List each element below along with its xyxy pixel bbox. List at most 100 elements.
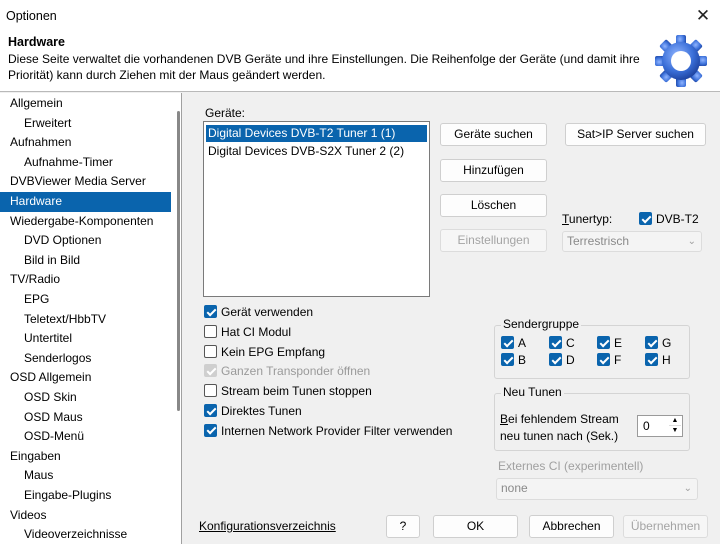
option-label: Gerät verwenden	[221, 305, 314, 319]
sidebar-scrollbar[interactable]	[177, 111, 180, 411]
sidebar-item[interactable]: DVD Optionen	[0, 231, 171, 251]
sendergruppe-group: Sendergruppe A C E G B D F H	[494, 317, 690, 379]
sendergruppe-title: Sendergruppe	[501, 317, 582, 331]
checkbox-box	[549, 336, 562, 349]
apply-button[interactable]: Übernehmen	[623, 515, 708, 538]
option-label: Ganzen Transponder öffnen	[221, 364, 371, 379]
sendergruppe-checkbox[interactable]: A	[501, 334, 541, 352]
sidebar-item[interactable]: OSD-Menü	[0, 427, 171, 447]
checkbox-box	[204, 423, 217, 437]
add-button[interactable]: Hinzufügen	[440, 159, 547, 182]
checkbox-box	[204, 404, 217, 417]
external-ci-select[interactable]: none ⌄	[496, 478, 698, 500]
sendergruppe-label: C	[566, 336, 575, 350]
sidebar-item[interactable]: Allgemein	[0, 94, 171, 114]
sidebar-item[interactable]: Wiedergabe-Komponenten	[0, 212, 171, 232]
help-button[interactable]: ?	[386, 515, 420, 538]
devices-list[interactable]: Digital Devices DVB-T2 Tuner 1 (1) Digit…	[203, 121, 430, 297]
option-label: Hat CI Modul	[221, 324, 292, 339]
option-checkbox[interactable]: Internen Network Provider Filter verwend…	[204, 422, 484, 440]
option-checkbox[interactable]: Direktes Tunen	[204, 402, 484, 420]
sidebar: Allgemein Erweitert Aufnahmen Aufnahme-Time…	[0, 93, 182, 544]
sidebar-item[interactable]: Aufnahmen	[0, 133, 171, 153]
sidebar-item[interactable]: Teletext/HbbTV	[0, 310, 171, 330]
sidebar-item[interactable]: OSD Skin	[0, 388, 171, 408]
page-header: Hardware Diese Seite verwaltet die vorha…	[0, 32, 720, 92]
sendergruppe-checkbox[interactable]: E	[597, 334, 637, 352]
settings-button[interactable]: Einstellungen	[440, 229, 547, 252]
checkbox-box	[204, 324, 217, 338]
checkbox-box	[549, 353, 562, 366]
sidebar-item[interactable]: Aufnahme-Timer	[0, 153, 171, 173]
delete-button[interactable]: Löschen	[440, 194, 547, 217]
checkbox-box	[204, 305, 217, 318]
ok-button[interactable]: OK	[433, 515, 518, 538]
sidebar-item[interactable]: EPG	[0, 290, 171, 310]
sendergruppe-label: A	[518, 336, 527, 350]
option-checkbox[interactable]: Kein EPG Empfang	[204, 343, 484, 361]
sidebar-item[interactable]: Bild in Bild	[0, 251, 171, 271]
tuner-type-label: Tunertyp:	[562, 212, 613, 226]
sidebar-item[interactable]: Eingaben	[0, 447, 171, 467]
sendergruppe-checkbox[interactable]: H	[645, 351, 685, 369]
sidebar-item[interactable]: Maus	[0, 466, 171, 486]
sendergruppe-label: F	[614, 353, 622, 367]
option-checkbox[interactable]: Hat CI Modul	[204, 323, 484, 341]
gear-icon	[655, 35, 707, 87]
option-checkbox[interactable]: Stream beim Tunen stoppen	[204, 382, 484, 400]
checkbox-box	[501, 353, 514, 366]
sendergruppe-label: H	[662, 353, 671, 367]
checkbox-box	[597, 336, 610, 349]
option-label: Direktes Tunen	[221, 404, 302, 418]
sidebar-item[interactable]: Hardware	[0, 192, 171, 212]
checkbox-box	[597, 353, 610, 366]
dvb-t2-checkbox[interactable]: DVB-T2	[639, 210, 709, 228]
sidebar-item[interactable]: Videoverzeichnisse	[0, 525, 171, 544]
sidebar-item[interactable]: OSD Maus	[0, 408, 171, 428]
checkbox-box	[204, 364, 217, 378]
neu-tunen-spinner[interactable]: 0 ▲ ▼	[637, 415, 683, 437]
option-label: Internen Network Provider Filter verwend…	[221, 423, 453, 438]
sendergruppe-checkbox[interactable]: C	[549, 334, 589, 352]
sendergruppe-label: B	[518, 353, 527, 367]
satip-search-button[interactable]: Sat>IP Server suchen	[565, 123, 706, 146]
tuner-type-select[interactable]: Terrestrisch ⌄	[562, 231, 702, 252]
sendergruppe-checkbox[interactable]: F	[597, 351, 637, 369]
spin-down-icon[interactable]: ▼	[669, 426, 681, 436]
device-item[interactable]: Digital Devices DVB-S2X Tuner 2 (2)	[206, 143, 427, 160]
sendergruppe-label: E	[614, 336, 623, 350]
external-ci-label: Externes CI (experimentell)	[498, 459, 644, 473]
neu-tunen-group: Neu Tunen Bei fehlendem Stream neu tunen…	[494, 385, 690, 451]
cancel-button[interactable]: Abbrechen	[529, 515, 614, 538]
neu-tunen-label: Bei fehlendem Stream	[500, 412, 619, 426]
search-devices-button[interactable]: Geräte suchen	[440, 123, 547, 146]
option-checkbox[interactable]: Ganzen Transponder öffnen	[204, 362, 484, 380]
sendergruppe-checkbox[interactable]: D	[549, 351, 589, 369]
sidebar-item[interactable]: Eingabe-Plugins	[0, 486, 171, 506]
sidebar-item[interactable]: Erweitert	[0, 114, 171, 134]
option-label: Kein EPG Empfang	[221, 344, 326, 359]
sidebar-item[interactable]: DVBViewer Media Server	[0, 172, 171, 192]
device-item[interactable]: Digital Devices DVB-T2 Tuner 1 (1)	[206, 125, 427, 142]
sidebar-item[interactable]: Videos	[0, 506, 171, 526]
page-description: Diese Seite verwaltet die vorhandenen DV…	[8, 52, 640, 82]
config-directory-link[interactable]: Konfigurationsverzeichnis	[199, 519, 336, 533]
sidebar-item[interactable]: Untertitel	[0, 329, 171, 349]
devices-label: Geräte:	[205, 106, 246, 120]
option-checkbox[interactable]: Gerät verwenden	[204, 303, 484, 321]
checkbox-box	[645, 353, 658, 366]
sendergruppe-checkbox[interactable]: G	[645, 334, 685, 352]
sidebar-item[interactable]: Senderlogos	[0, 349, 171, 369]
checkbox-box	[204, 344, 217, 358]
spin-up-icon[interactable]: ▲	[669, 416, 681, 426]
title-bar: Optionen ✕	[0, 0, 720, 32]
sendergruppe-label: G	[662, 336, 672, 350]
sidebar-item[interactable]: TV/Radio	[0, 270, 171, 290]
checkbox-box	[639, 212, 652, 225]
sendergruppe-checkbox[interactable]: B	[501, 351, 541, 369]
close-icon[interactable]: ✕	[690, 3, 716, 29]
neu-tunen-value: 0	[643, 419, 650, 433]
window-title: Optionen	[6, 9, 57, 23]
hardware-panel: Geräte: Digital Devices DVB-T2 Tuner 1 (…	[190, 93, 720, 544]
sidebar-item[interactable]: OSD Allgemein	[0, 368, 171, 388]
